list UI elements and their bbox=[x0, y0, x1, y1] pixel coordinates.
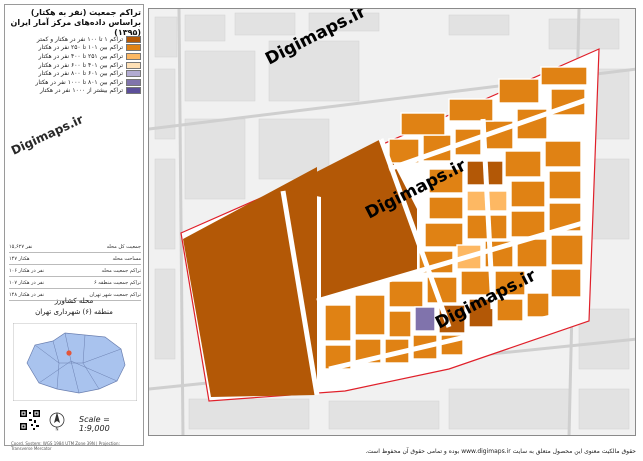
locator-inset-map bbox=[13, 323, 137, 401]
legend-swatch bbox=[126, 61, 141, 69]
stat-label: مساحت محله bbox=[112, 255, 142, 262]
legend-item: تراکم ۱ تا ۱۰۰ نفر در هکتار و کمتر bbox=[9, 35, 141, 44]
stat-row: جمعیت کل محله ۱۵,۶۲۷ نفر bbox=[9, 241, 141, 253]
north-arrow-icon: N bbox=[49, 412, 65, 432]
stat-label: تراکم جمعیت محله bbox=[101, 267, 141, 274]
legend-swatch bbox=[126, 78, 141, 86]
stat-value: ۱۰۷ نفر در هکتار bbox=[9, 279, 45, 286]
legend-item: تراکم بیشتر از ۱۰۰۰ نفر در هکتار bbox=[9, 87, 141, 96]
legend-item: تراکم بین ۸۰۱ تا ۱۰۰۰ نفر در هکتار bbox=[9, 78, 141, 87]
watermark: Digimaps.ir bbox=[9, 112, 86, 158]
map-canvas[interactable]: Digimaps.ir Digimaps.ir Digimaps.ir bbox=[148, 8, 636, 436]
stat-row: تراکم جمعیت منطقه ۶ ۱۰۷ نفر در هکتار bbox=[9, 277, 141, 289]
legend: تراکم ۱ تا ۱۰۰ نفر در هکتار و کمتر تراکم… bbox=[9, 35, 141, 95]
legend-label: تراکم بین ۱۰۱ تا ۲۵۰ نفر در هکتار bbox=[38, 44, 123, 52]
projection-note: Coord. System: WGS 1984 UTM Zone 39N | P… bbox=[11, 441, 120, 451]
svg-text:N: N bbox=[56, 427, 59, 432]
stat-value: ۱۴۷ هکتار bbox=[9, 255, 30, 262]
location-name: محله کشاورز bbox=[54, 297, 94, 305]
scale-text: Scale = 1:9,000 bbox=[79, 415, 110, 433]
panel-title: تراکم جمعیت (نفر به هکتار) براساس داده‌ه… bbox=[9, 8, 142, 38]
legend-label: تراکم بین ۲۵۱ تا ۴۰۰ نفر در هکتار bbox=[38, 52, 123, 60]
legend-label: تراکم ۱ تا ۱۰۰ نفر در هکتار و کمتر bbox=[36, 35, 123, 43]
legend-label: تراکم بین ۶۰۱ تا ۸۰۰ نفر در هکتار bbox=[38, 70, 123, 78]
stats-table: جمعیت کل محله ۱۵,۶۲۷ نفر مساحت محله ۱۴۷ هک… bbox=[9, 241, 141, 301]
qr-code-icon bbox=[19, 409, 41, 431]
legend-swatch bbox=[126, 35, 141, 43]
stat-value: ۱۵,۶۲۷ نفر bbox=[9, 243, 33, 250]
location-marker bbox=[66, 350, 72, 356]
legend-item: تراکم بین ۴۰۱ تا ۶۰۰ نفر در هکتار bbox=[9, 61, 141, 70]
legend-item: تراکم بین ۱۰۱ تا ۲۵۰ نفر در هکتار bbox=[9, 44, 141, 53]
stat-value: ۱۰۶ نفر در هکتار bbox=[9, 267, 45, 274]
stat-label: جمعیت کل محله bbox=[106, 243, 141, 250]
legend-label: تراکم بین ۸۰۱ تا ۱۰۰۰ نفر در هکتار bbox=[35, 78, 123, 86]
legend-swatch bbox=[126, 52, 141, 60]
stat-label: تراکم جمعیت منطقه ۶ bbox=[93, 279, 141, 286]
copyright-notice: حقوق مالکیت معنوی این محصول متعلق به سای… bbox=[365, 448, 636, 455]
panel-title-line1: تراکم جمعیت (نفر به هکتار) bbox=[30, 8, 141, 17]
legend-swatch bbox=[126, 87, 141, 95]
legend-label: تراکم بین ۴۰۱ تا ۶۰۰ نفر در هکتار bbox=[38, 61, 123, 69]
scale-area: N Scale = 1:9,000 bbox=[13, 403, 137, 437]
legend-swatch bbox=[126, 70, 141, 78]
info-panel: تراکم جمعیت (نفر به هکتار) براساس داده‌ه… bbox=[4, 4, 144, 451]
stat-row: مساحت محله ۱۴۷ هکتار bbox=[9, 253, 141, 265]
map-svg: Digimaps.ir Digimaps.ir Digimaps.ir bbox=[149, 9, 635, 435]
legend-label: تراکم بیشتر از ۱۰۰۰ نفر در هکتار bbox=[40, 87, 123, 95]
legend-item: تراکم بین ۶۰۱ تا ۸۰۰ نفر در هکتار bbox=[9, 69, 141, 78]
stat-row: تراکم جمعیت محله ۱۰۶ نفر در هکتار bbox=[9, 265, 141, 277]
legend-item: تراکم بین ۲۵۱ تا ۴۰۰ نفر در هکتار bbox=[9, 52, 141, 61]
location-district: منطقه (۶) شهرداری تهران bbox=[35, 308, 113, 316]
legend-swatch bbox=[126, 44, 141, 52]
